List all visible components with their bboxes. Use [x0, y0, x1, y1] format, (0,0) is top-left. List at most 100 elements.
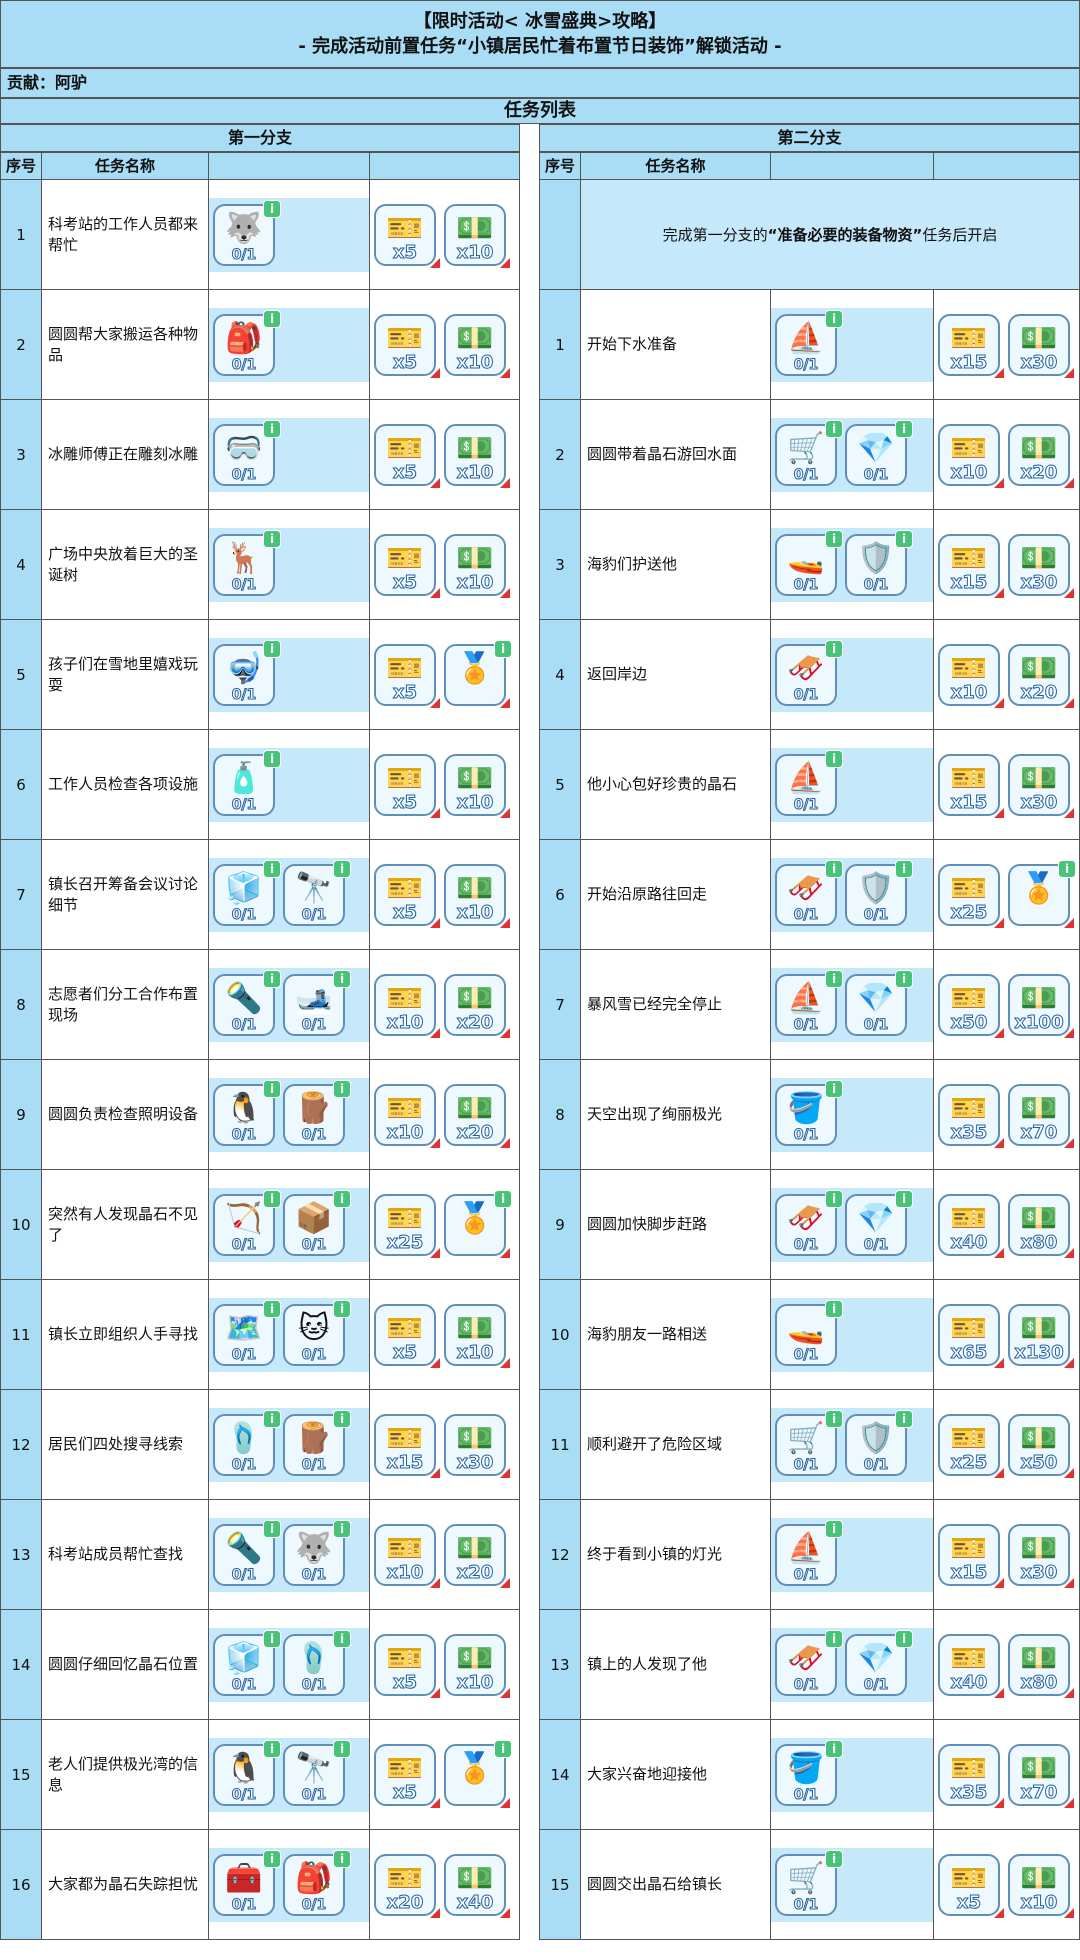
reward-cash-slot[interactable]: 💵 x10 [444, 753, 510, 818]
info-icon[interactable]: i [333, 1299, 351, 1318]
material-boat-slot[interactable]: ⛵ 0/1 i [775, 969, 843, 1036]
info-icon[interactable]: i [825, 1189, 843, 1208]
reward-cash-slot[interactable]: 💵 x80 [1008, 1633, 1074, 1698]
material-flashlight-slot[interactable]: 🔦 0/1 i [213, 1519, 281, 1586]
info-icon[interactable]: i [263, 1519, 281, 1538]
reward-cash-slot[interactable]: 💵 x20 [1008, 423, 1074, 488]
reward-ticket-slot[interactable]: 🎫 x10 [374, 1083, 440, 1148]
reward-cash-slot[interactable]: 💵 x10 [444, 423, 510, 488]
info-icon[interactable]: i [263, 1629, 281, 1648]
reward-cash-slot[interactable]: 💵 x70 [1008, 1083, 1074, 1148]
reward-cash-slot[interactable]: 💵 x20 [1008, 643, 1074, 708]
reward-ticket-slot[interactable]: 🎫 x5 [374, 423, 440, 488]
material-flippers-slot[interactable]: 🩴 0/1 i [283, 1629, 351, 1696]
info-icon[interactable]: i [333, 859, 351, 878]
info-icon[interactable]: i [333, 1189, 351, 1208]
reward-cash-slot[interactable]: 💵 x10 [444, 533, 510, 598]
material-husky-slot[interactable]: 🐺 0/1 i [283, 1519, 351, 1586]
info-icon[interactable]: i [263, 859, 281, 878]
reward-cash-slot[interactable]: 💵 x130 [1008, 1303, 1074, 1368]
reward-cash-slot[interactable]: 💵 x50 [1008, 1413, 1074, 1478]
material-thermos-slot[interactable]: 🧴 0/1 i [213, 749, 281, 816]
reward-cash-slot[interactable]: 💵 x30 [1008, 313, 1074, 378]
material-firstaid-slot[interactable]: 🧰 0/1 i [213, 1849, 281, 1916]
material-skis-slot[interactable]: 🎿 0/1 i [283, 969, 351, 1036]
info-icon[interactable]: i [263, 309, 281, 328]
info-icon[interactable]: i [895, 1409, 913, 1428]
info-icon[interactable]: i [333, 1739, 351, 1758]
info-icon[interactable]: i [263, 1739, 281, 1758]
reward-ticket-slot[interactable]: 🎫 x5 [374, 1303, 440, 1368]
material-husky-slot[interactable]: 🐺 0/1 i [213, 199, 281, 266]
material-planks-slot[interactable]: 🪵 0/1 i [283, 1079, 351, 1146]
material-boat-slot[interactable]: ⛵ 0/1 i [775, 1519, 843, 1586]
info-icon[interactable]: i [825, 1409, 843, 1428]
info-icon[interactable]: i [263, 1299, 281, 1318]
material-boat-slot[interactable]: ⛵ 0/1 i [775, 749, 843, 816]
info-icon[interactable]: i [263, 529, 281, 548]
reward-cash-slot[interactable]: 💵 x30 [444, 1413, 510, 1478]
reward-cash-slot[interactable]: 💵 x80 [1008, 1193, 1074, 1258]
reward-ticket-slot[interactable]: 🎫 x50 [938, 973, 1004, 1038]
reward-ticket-slot[interactable]: 🎫 x5 [374, 753, 440, 818]
material-crystal-slot[interactable]: 💎 0/1 i [845, 1189, 913, 1256]
info-icon[interactable]: i [895, 969, 913, 988]
reward-ticket-slot[interactable]: 🎫 x5 [374, 1633, 440, 1698]
info-icon[interactable]: i [825, 749, 843, 768]
info-icon[interactable]: i [494, 639, 512, 658]
info-icon[interactable]: i [263, 749, 281, 768]
material-binoculars-slot[interactable]: 🔭 0/1 i [283, 1739, 351, 1806]
reward-ticket-slot[interactable]: 🎫 x15 [374, 1413, 440, 1478]
info-icon[interactable]: i [825, 1739, 843, 1758]
info-icon[interactable]: i [333, 969, 351, 988]
info-icon[interactable]: i [263, 419, 281, 438]
material-sled-slot[interactable]: 🛷 0/1 i [775, 1189, 843, 1256]
material-cart-slot[interactable]: 🛒 0/1 i [775, 1409, 843, 1476]
reward-cash-slot[interactable]: 💵 x10 [444, 203, 510, 268]
reward-cash-slot[interactable]: 💵 x30 [1008, 533, 1074, 598]
reward-ticket-slot[interactable]: 🎫 x25 [374, 1193, 440, 1258]
material-cart-slot[interactable]: 🛒 0/1 i [775, 419, 843, 486]
material-figurine-slot[interactable]: 🧊 0/1 i [213, 859, 281, 926]
info-icon[interactable]: i [825, 419, 843, 438]
material-crystal-slot[interactable]: 💎 0/1 i [845, 969, 913, 1036]
material-penguin-slot[interactable]: 🐧 0/1 i [213, 1739, 281, 1806]
reward-ticket-slot[interactable]: 🎫 x25 [938, 1413, 1004, 1478]
material-flashlight-slot[interactable]: 🔦 0/1 i [213, 969, 281, 1036]
reward-cash-slot[interactable]: 💵 x10 [444, 1303, 510, 1368]
material-cat-slot[interactable]: 🐱 0/1 i [283, 1299, 351, 1366]
info-icon[interactable]: i [333, 1629, 351, 1648]
material-goggles-slot[interactable]: 🥽 0/1 i [213, 419, 281, 486]
info-icon[interactable]: i [333, 1409, 351, 1428]
info-icon[interactable]: i [1058, 859, 1076, 878]
info-icon[interactable]: i [263, 1079, 281, 1098]
info-icon[interactable]: i [895, 529, 913, 548]
reward-cash-slot[interactable]: 💵 x20 [444, 1523, 510, 1588]
reward-ticket-slot[interactable]: 🎫 x5 [374, 203, 440, 268]
reward-cash-slot[interactable]: 💵 x10 [444, 313, 510, 378]
material-shield-slot[interactable]: 🛡️ 0/1 i [845, 529, 913, 596]
reward-cash-slot[interactable]: 💵 x30 [1008, 1523, 1074, 1588]
reward-badge-slot[interactable]: 🏅 i [444, 1189, 512, 1258]
reward-ticket-slot[interactable]: 🎫 x10 [374, 1523, 440, 1588]
reward-ticket-slot[interactable]: 🎫 x20 [374, 1853, 440, 1918]
reward-ticket-slot[interactable]: 🎫 x25 [938, 863, 1004, 928]
reward-ticket-slot[interactable]: 🎫 x15 [938, 533, 1004, 598]
material-sled-slot[interactable]: 🛷 0/1 i [775, 639, 843, 706]
reward-ticket-slot[interactable]: 🎫 x40 [938, 1633, 1004, 1698]
material-sled-slot[interactable]: 🛷 0/1 i [775, 859, 843, 926]
info-icon[interactable]: i [825, 969, 843, 988]
reward-ticket-slot[interactable]: 🎫 x5 [374, 1743, 440, 1808]
reward-ticket-slot[interactable]: 🎫 x5 [374, 533, 440, 598]
reward-cash-slot[interactable]: 💵 x100 [1008, 973, 1074, 1038]
material-backpack-slot[interactable]: 🎒 0/1 i [283, 1849, 351, 1916]
material-jetski-slot[interactable]: 🚤 0/1 i [775, 529, 843, 596]
material-penguin-slot[interactable]: 🐧 0/1 i [213, 1079, 281, 1146]
material-slingshot-slot[interactable]: 🏹 0/1 i [213, 1189, 281, 1256]
info-icon[interactable]: i [263, 1189, 281, 1208]
info-icon[interactable]: i [895, 1629, 913, 1648]
reward-ticket-slot[interactable]: 🎫 x10 [938, 423, 1004, 488]
info-icon[interactable]: i [825, 309, 843, 328]
reward-ticket-slot[interactable]: 🎫 x5 [938, 1853, 1004, 1918]
material-map-slot[interactable]: 🗺️ 0/1 i [213, 1299, 281, 1366]
